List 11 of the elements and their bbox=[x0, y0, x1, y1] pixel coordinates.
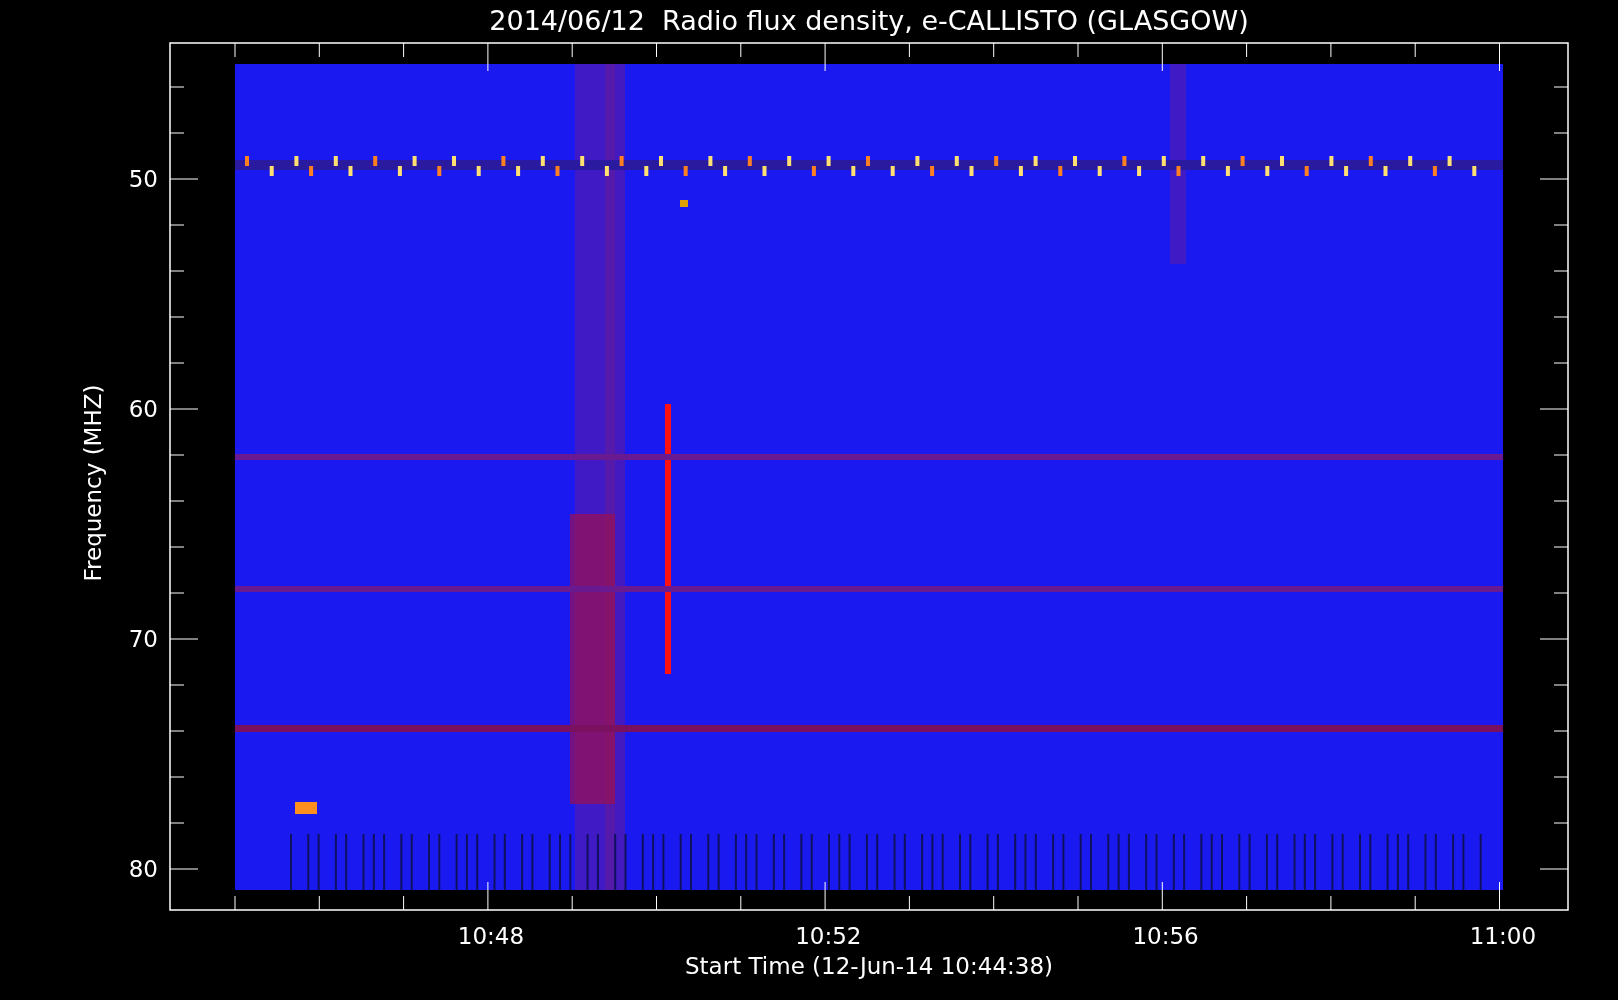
chart-title: 2014/06/12 Radio flux density, e-CALLISTO (GLASGOW) bbox=[488, 4, 1250, 38]
x-tick-label: 10:52 bbox=[794, 922, 863, 950]
x-tick-label: 10:56 bbox=[1131, 922, 1200, 950]
x-axis-label: Start Time (12-Jun-14 10:44:38) bbox=[684, 952, 1054, 981]
x-tick-label: 11:00 bbox=[1468, 922, 1538, 950]
y-tick-label: 50 bbox=[128, 165, 158, 193]
y-tick-label: 70 bbox=[128, 625, 158, 653]
y-tick-label: 60 bbox=[128, 395, 158, 423]
x-tick-label: 10:48 bbox=[456, 922, 526, 950]
y-axis-label: Frequency (MHZ) bbox=[79, 383, 107, 583]
y-tick-label: 80 bbox=[128, 855, 158, 883]
